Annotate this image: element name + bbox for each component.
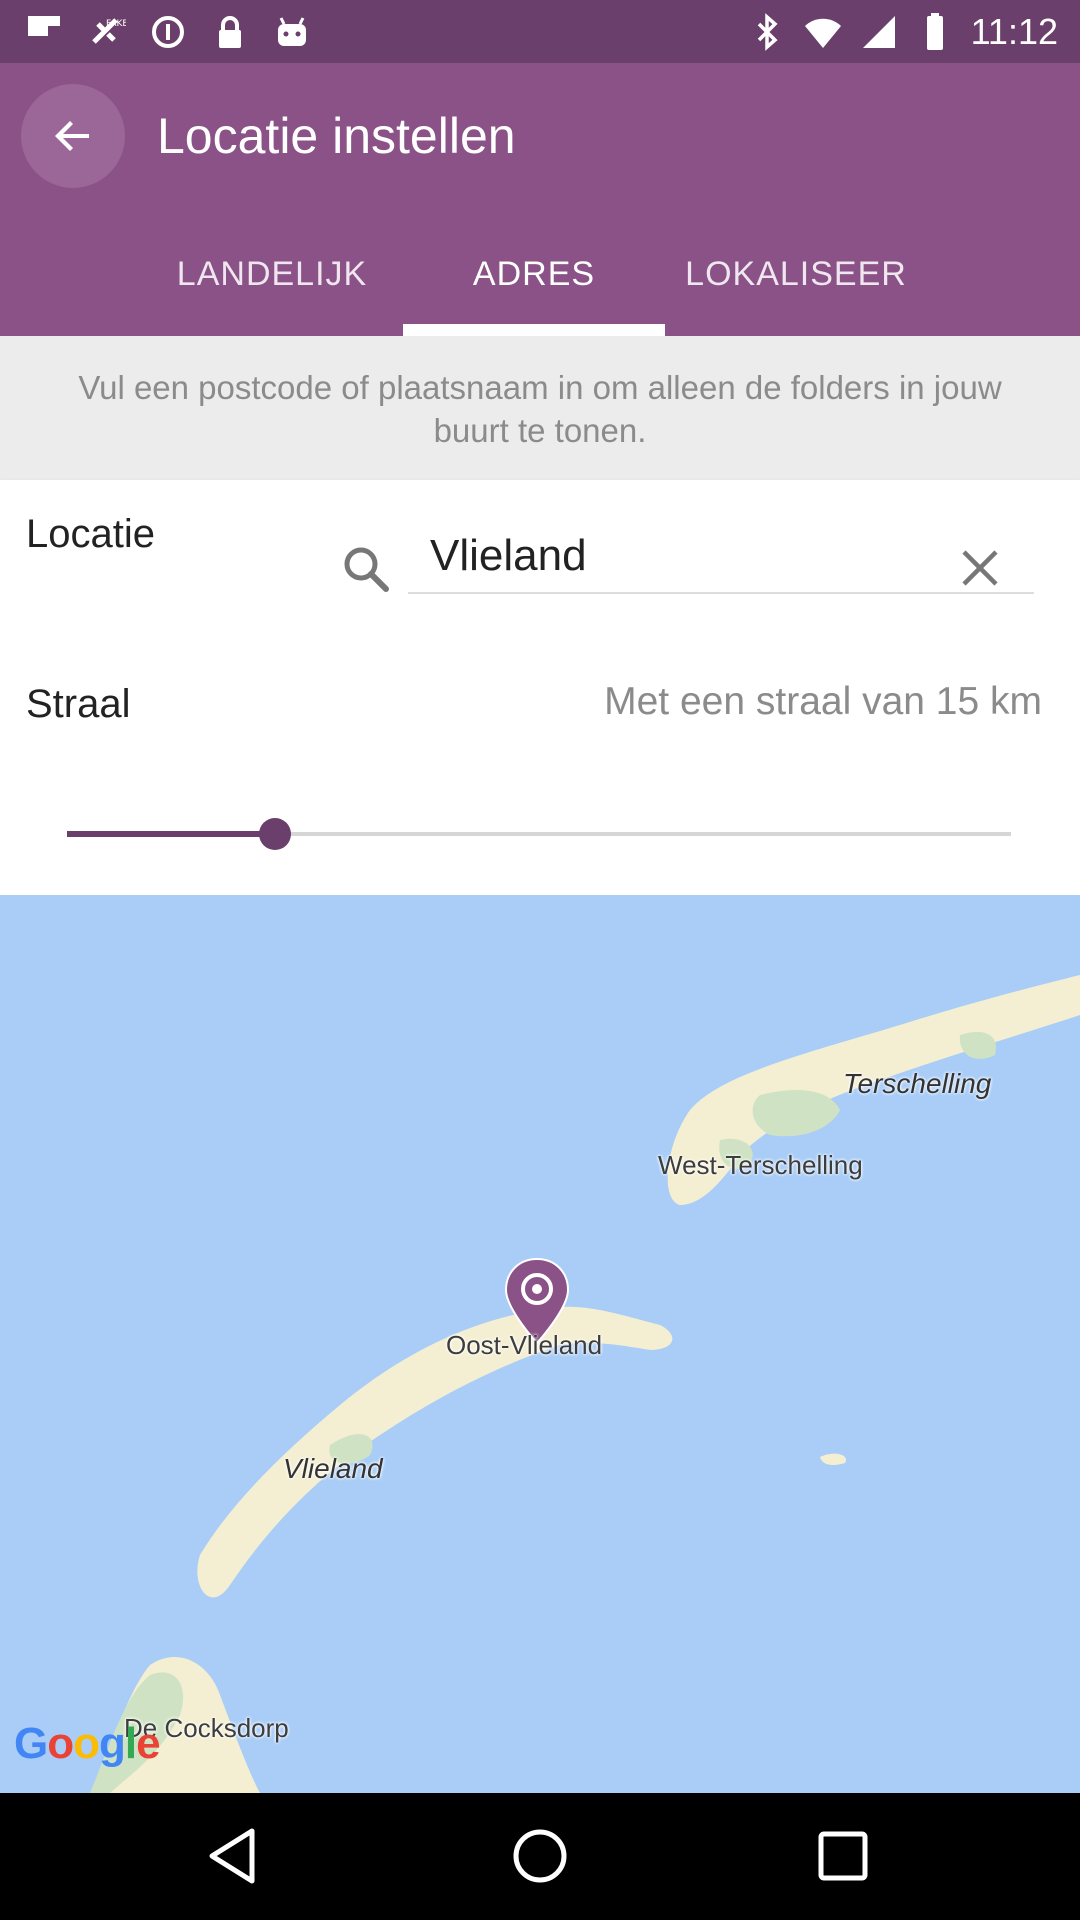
home-nav-icon[interactable] bbox=[505, 1821, 575, 1891]
radius-value-text: Met een straal van 15 km bbox=[604, 680, 1042, 723]
app-bar: Locatie instellen LANDELIJK ADRES LOKALI… bbox=[0, 63, 1080, 336]
slider-fill bbox=[67, 831, 275, 837]
map-label-vlieland: Vlieland bbox=[283, 1453, 383, 1484]
data-saver-icon bbox=[152, 16, 184, 48]
map-view[interactable]: Terschelling West-Terschelling Oost-Vlie… bbox=[0, 895, 1080, 1793]
close-icon bbox=[962, 550, 998, 586]
recents-nav-icon[interactable] bbox=[808, 1821, 878, 1891]
back-button[interactable] bbox=[21, 84, 125, 188]
arrow-left-icon bbox=[55, 121, 89, 151]
tab-landelijk[interactable]: LANDELIJK bbox=[141, 235, 403, 336]
location-label: Locatie bbox=[26, 512, 155, 556]
search-icon bbox=[344, 547, 389, 592]
location-form: Locatie Straal Met een straal van 15 km bbox=[0, 480, 1080, 895]
map-label-oost-vlieland: Oost-Vlieland bbox=[446, 1330, 603, 1360]
status-bar: FAKE 11:12 bbox=[0, 0, 1080, 63]
radius-slider[interactable] bbox=[67, 815, 1011, 855]
tab-adres[interactable]: ADRES bbox=[403, 235, 665, 336]
info-message: Vul een postcode of plaatsnaam in om all… bbox=[0, 336, 1080, 480]
svg-text:FAKE: FAKE bbox=[106, 19, 126, 29]
lock-icon bbox=[219, 16, 241, 48]
tab-selected-indicator bbox=[403, 324, 665, 336]
signal-icon bbox=[862, 16, 895, 48]
battery-icon bbox=[926, 13, 943, 50]
back-nav-icon[interactable] bbox=[200, 1821, 270, 1891]
navigation-bar bbox=[0, 1793, 1080, 1920]
status-time: 11:12 bbox=[970, 11, 1058, 52]
slider-thumb[interactable] bbox=[259, 818, 291, 850]
tab-label: ADRES bbox=[472, 255, 596, 293]
location-input[interactable] bbox=[408, 520, 1034, 594]
page-title: Locatie instellen bbox=[157, 108, 516, 164]
tab-label: LANDELIJK bbox=[176, 255, 368, 293]
radius-label: Straal bbox=[26, 682, 131, 726]
map-label-west-terschelling: West-Terschelling bbox=[658, 1150, 863, 1180]
bluetooth-icon bbox=[757, 13, 778, 51]
fake-gps-icon: FAKE bbox=[92, 18, 126, 44]
map-label-terschelling: Terschelling bbox=[843, 1068, 992, 1099]
android-icon bbox=[278, 17, 306, 46]
tab-lokaliseer[interactable]: LOKALISEER bbox=[665, 235, 927, 336]
google-logo: Google bbox=[14, 1719, 161, 1768]
tab-bar: LANDELIJK ADRES LOKALISEER bbox=[141, 235, 941, 336]
clear-button[interactable] bbox=[952, 540, 1008, 596]
tab-label: LOKALISEER bbox=[685, 255, 907, 293]
flipboard-icon bbox=[28, 16, 60, 36]
wifi-icon bbox=[804, 18, 841, 48]
